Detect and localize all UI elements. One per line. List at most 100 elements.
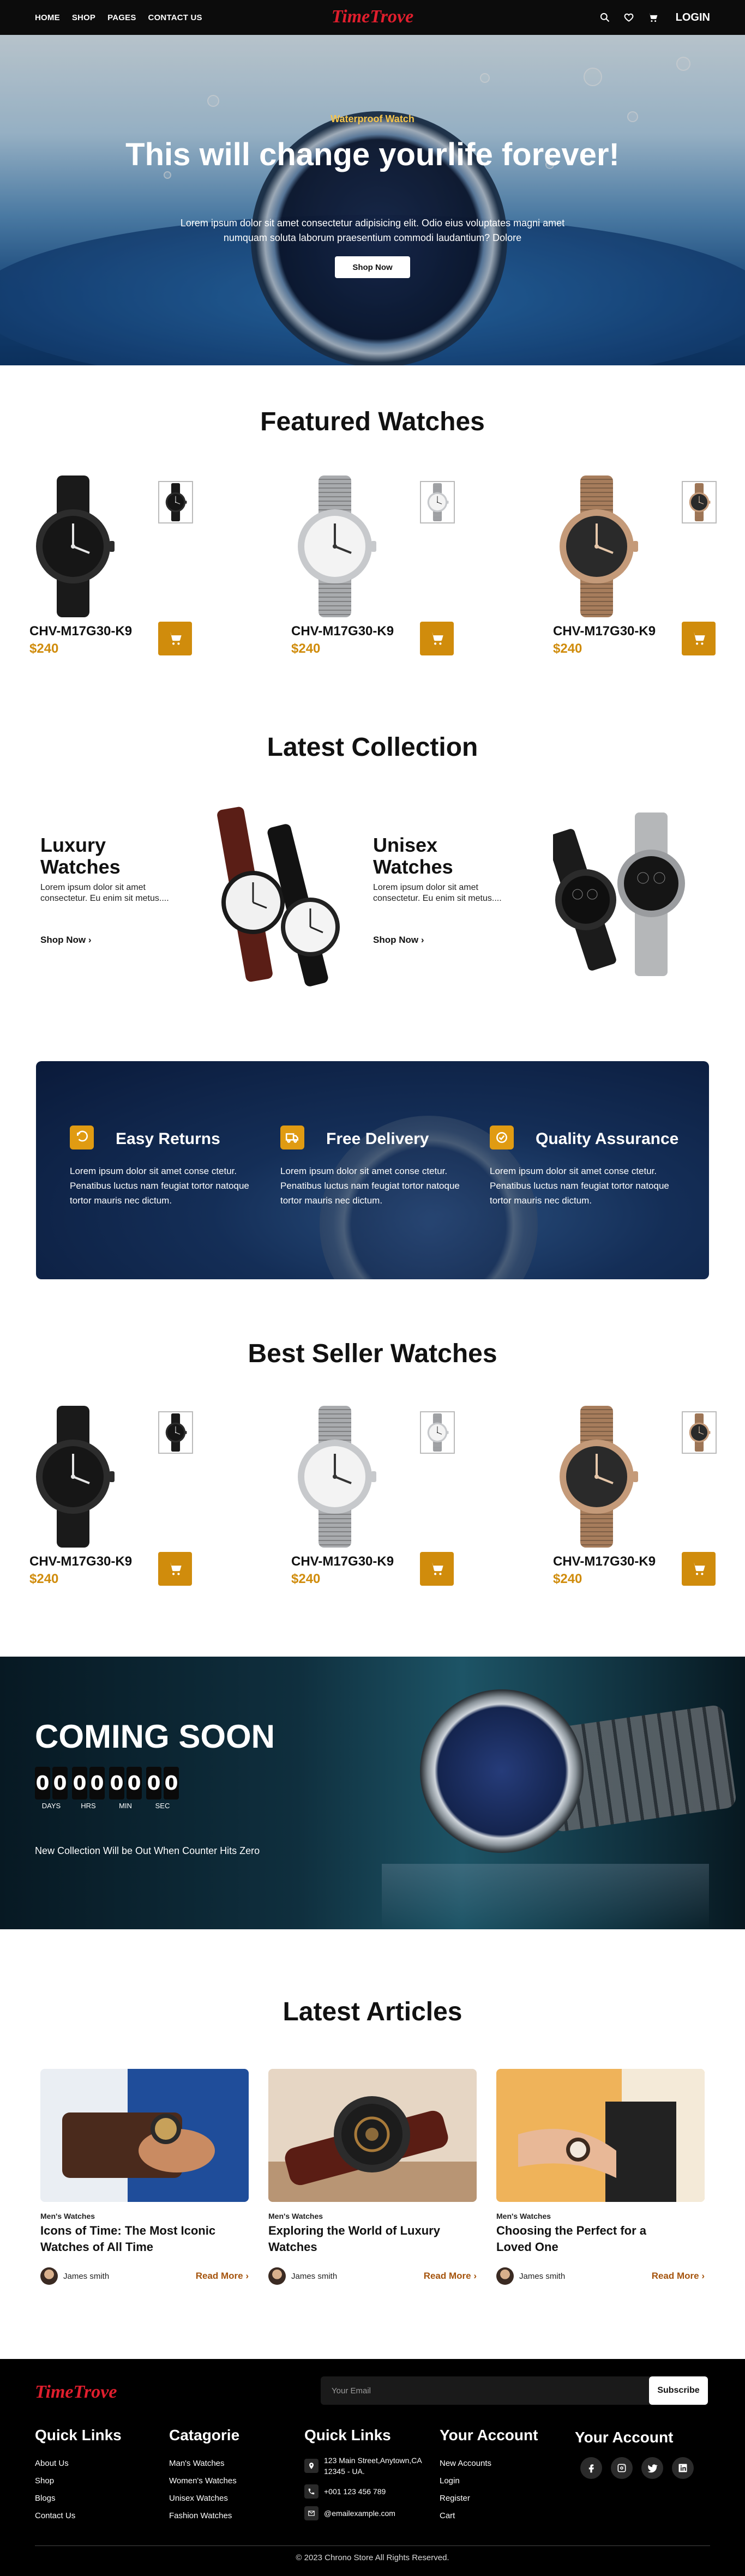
footer-account: Your Account New Accounts Login Register… <box>440 2427 538 2525</box>
page: HOME SHOP PAGES CONTACT US TimeTrove LOG… <box>0 0 745 2576</box>
footer-link-womens[interactable]: Women's Watches <box>169 2472 239 2490</box>
product-card[interactable]: CHV-M17G30-K9 $240 <box>291 1406 455 1591</box>
add-to-cart-button[interactable] <box>682 622 716 655</box>
read-more-link[interactable]: Read More › <box>652 2271 705 2282</box>
add-to-cart-button[interactable] <box>420 1552 454 1586</box>
footer-link-mans[interactable]: Man's Watches <box>169 2455 239 2472</box>
add-to-cart-button[interactable] <box>158 622 192 655</box>
countdown-label: DAYS <box>41 1802 61 1810</box>
collection-unisex-shop-link[interactable]: Shop Now › <box>373 935 424 946</box>
nav-link-home[interactable]: HOME <box>35 13 60 22</box>
nav-link-shop[interactable]: SHOP <box>72 13 95 22</box>
product-thumbnail[interactable] <box>420 1411 455 1454</box>
add-to-cart-button[interactable] <box>158 1552 192 1586</box>
product-image[interactable] <box>29 1406 117 1548</box>
watch-reflection <box>382 1864 709 1929</box>
article-title[interactable]: Choosing the Perfect for a Loved One <box>496 2223 682 2255</box>
linkedin-icon[interactable] <box>672 2457 694 2479</box>
footer-link-shop[interactable]: Shop <box>35 2472 122 2490</box>
email-text[interactable]: @emailexample.com <box>324 2508 395 2519</box>
footer-link-new-accounts[interactable]: New Accounts <box>440 2455 538 2472</box>
product-name[interactable]: CHV-M17G30-K9 <box>29 624 132 639</box>
product-name[interactable]: CHV-M17G30-K9 <box>29 1554 132 1569</box>
collection-unisex-desc: Lorem ipsum dolor sit amet consectetur. … <box>373 883 502 903</box>
article-card[interactable]: Men's Watches Choosing the Perfect for a… <box>496 2069 705 2287</box>
product-card[interactable]: CHV-M17G30-K9 $240 <box>553 1406 717 1591</box>
cart-icon <box>691 1561 706 1576</box>
product-name[interactable]: CHV-M17G30-K9 <box>553 624 656 639</box>
product-thumbnail[interactable] <box>158 1411 193 1454</box>
article-title[interactable]: Icons of Time: The Most Iconic Watches o… <box>40 2223 226 2255</box>
add-to-cart-button[interactable] <box>682 1552 716 1586</box>
footer-social: Your Account <box>575 2429 694 2479</box>
footer-link-about[interactable]: About Us <box>35 2455 122 2472</box>
shop-now-label: Shop Now <box>40 935 86 945</box>
product-image[interactable] <box>553 1406 640 1548</box>
product-image[interactable] <box>291 1406 378 1548</box>
article-card[interactable]: Men's Watches Icons of Time: The Most Ic… <box>40 2069 249 2287</box>
product-image[interactable] <box>29 476 117 617</box>
collection-luxury: Luxury Watches Lorem ipsum dolor sit ame… <box>40 802 351 998</box>
read-more-link[interactable]: Read More › <box>424 2271 477 2282</box>
nav-links: HOME SHOP PAGES CONTACT US <box>35 13 202 22</box>
article-title[interactable]: Exploring the World of Luxury Watches <box>268 2223 454 2255</box>
product-image[interactable] <box>553 476 640 617</box>
read-more-link[interactable]: Read More › <box>196 2271 249 2282</box>
footer-col-title: Quick Links <box>304 2427 391 2443</box>
product-card[interactable]: CHV-M17G30-K9 $240 <box>553 476 717 661</box>
digit: 0 <box>127 1767 142 1799</box>
footer-link-login[interactable]: Login <box>440 2472 538 2490</box>
email-input[interactable] <box>332 2384 637 2397</box>
footer-contact: Quick Links 123 Main Street,Anytown,CA 1… <box>304 2427 435 2528</box>
login-link[interactable]: LOGIN <box>676 11 710 24</box>
phone-text[interactable]: +001 123 456 789 <box>324 2486 386 2497</box>
cart-icon <box>167 1561 183 1576</box>
avatar <box>268 2267 286 2285</box>
luxury-watches-image <box>217 806 340 986</box>
collection-luxury-shop-link[interactable]: Shop Now › <box>40 935 92 946</box>
add-to-cart-button[interactable] <box>420 622 454 655</box>
read-more-label: Read More <box>423 2271 471 2281</box>
product-thumbnail[interactable] <box>682 1411 717 1454</box>
twitter-icon[interactable] <box>641 2457 663 2479</box>
collection-unisex-title: Unisex Watches <box>373 834 453 878</box>
top-navbar: HOME SHOP PAGES CONTACT US TimeTrove LOG… <box>0 0 745 35</box>
product-name[interactable]: CHV-M17G30-K9 <box>291 1554 394 1569</box>
footer-link-unisex[interactable]: Unisex Watches <box>169 2490 239 2507</box>
product-name[interactable]: CHV-M17G30-K9 <box>291 624 394 639</box>
collection-luxury-title: Luxury Watches <box>40 834 121 878</box>
instagram-icon[interactable] <box>611 2457 633 2479</box>
article-card[interactable]: Men's Watches Exploring the World of Lux… <box>268 2069 477 2287</box>
nav-link-contact[interactable]: CONTACT US <box>148 13 202 22</box>
footer-col-title: Your Account <box>440 2427 538 2443</box>
footer-link-fashion[interactable]: Fashion Watches <box>169 2507 239 2525</box>
product-card[interactable]: CHV-M17G30-K9 $240 <box>29 1406 193 1591</box>
footer-logo[interactable]: TimeTrove <box>35 2382 117 2403</box>
footer-link-blogs[interactable]: Blogs <box>35 2490 122 2507</box>
facebook-icon[interactable] <box>580 2457 602 2479</box>
hero-overlay <box>0 35 745 365</box>
product-thumbnail[interactable] <box>420 481 455 523</box>
footer-link-contact[interactable]: Contact Us <box>35 2507 122 2525</box>
phone-icon <box>304 2484 319 2499</box>
product-card[interactable]: CHV-M17G30-K9 $240 <box>291 476 455 661</box>
footer-link-register[interactable]: Register <box>440 2490 538 2507</box>
product-name[interactable]: CHV-M17G30-K9 <box>553 1554 656 1569</box>
cart-icon[interactable] <box>647 12 658 23</box>
collection-luxury-desc: Lorem ipsum dolor sit amet consectetur. … <box>40 883 169 903</box>
hero-title: This will change yourlife forever! <box>125 137 620 172</box>
footer-link-cart[interactable]: Cart <box>440 2507 538 2525</box>
product-thumbnail[interactable] <box>158 481 193 523</box>
product-price: $240 <box>291 641 321 656</box>
product-image[interactable] <box>291 476 378 617</box>
nav-link-pages[interactable]: PAGES <box>107 13 136 22</box>
hero-subtitle: Waterproof Watch <box>331 113 414 124</box>
heart-icon[interactable] <box>623 12 634 23</box>
product-card[interactable]: CHV-M17G30-K9 $240 <box>29 476 193 661</box>
countdown-days: 00 DAYS <box>35 1767 68 1810</box>
hero-shop-now-button[interactable]: Shop Now <box>335 256 410 278</box>
collection-unisex: Unisex Watches Lorem ipsum dolor sit ame… <box>373 802 685 998</box>
product-thumbnail[interactable] <box>682 481 717 523</box>
subscribe-button[interactable]: Subscribe <box>649 2376 708 2405</box>
search-icon[interactable] <box>599 12 610 23</box>
